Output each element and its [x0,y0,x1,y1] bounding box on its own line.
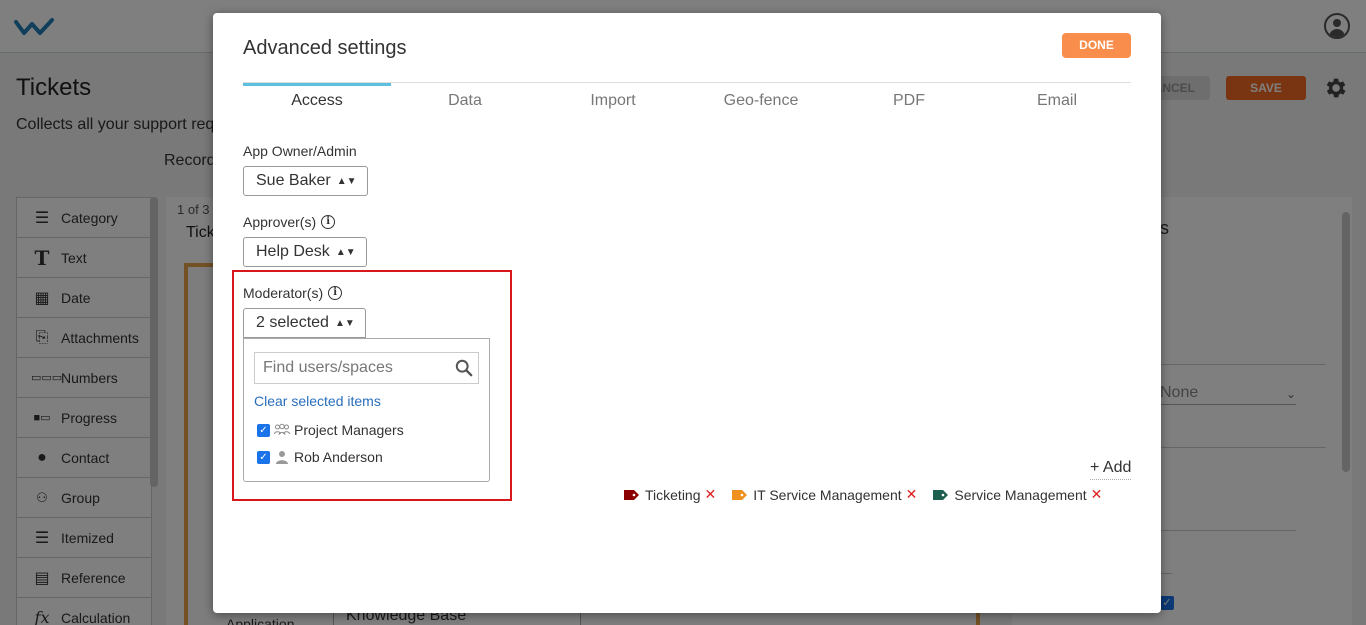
approvers-select-value: Help Desk [256,243,330,260]
owner-label: App Owner/Admin [243,143,357,159]
tag-label: IT Service Management [753,486,902,503]
updown-caret-icon: ▲▼ [335,247,356,258]
approvers-label: Approver(s) i [243,214,336,230]
updown-caret-icon: ▲▼ [334,318,355,329]
checkbox-checked[interactable]: ✓ [257,423,270,437]
tab-email[interactable]: Email [983,83,1131,119]
clear-selected-link[interactable]: Clear selected items [254,393,381,409]
tag-label: Ticketing [645,486,701,503]
add-tag-link[interactable]: + Add [1090,459,1132,480]
moderators-label-text: Moderator(s) [243,285,324,301]
option-project-managers[interactable]: ✓ Project Managers [257,422,404,438]
tag-ticketing: Ticketing ✕ [624,486,716,503]
owner-select[interactable]: Sue Baker ▲▼ [243,166,368,196]
tag-icon [933,489,949,500]
done-button[interactable]: DONE [1062,33,1131,58]
approvers-select[interactable]: Help Desk ▲▼ [243,237,367,267]
tag-service-management: Service Management ✕ [933,486,1102,503]
advanced-settings-modal: Advanced settings DONE Access Data Impor… [213,13,1161,613]
updown-caret-icon: ▲▼ [336,176,357,187]
remove-tag-icon[interactable]: ✕ [705,486,717,503]
tag-list: Ticketing ✕ IT Service Management ✕ Serv… [624,486,1102,503]
tab-geo-fence[interactable]: Geo-fence [687,83,835,119]
moderators-select-value: 2 selected [256,314,329,331]
modal-title: Advanced settings [243,37,407,59]
user-icon [276,451,288,464]
tab-access[interactable]: Access [243,83,391,119]
remove-tag-icon[interactable]: ✕ [906,486,918,503]
option-rob-anderson[interactable]: ✓ Rob Anderson [257,449,383,465]
tag-icon [732,489,748,500]
moderators-select[interactable]: 2 selected ▲▼ [243,308,366,338]
option-label: Project Managers [294,422,404,438]
info-icon[interactable]: i [328,286,343,300]
owner-select-value: Sue Baker [256,172,331,189]
checkbox-checked[interactable]: ✓ [257,450,270,464]
remove-tag-icon[interactable]: ✕ [1091,486,1103,503]
tag-it-service-management: IT Service Management ✕ [732,486,917,503]
moderators-dropdown: Clear selected items ✓ Project Managers … [243,338,490,482]
info-icon[interactable]: i [321,215,336,229]
search-input[interactable] [254,352,479,384]
group-icon [274,423,290,436]
tag-icon [624,489,639,500]
tab-pdf[interactable]: PDF [835,83,983,119]
approvers-label-text: Approver(s) [243,214,317,230]
owner-label-text: App Owner/Admin [243,143,357,159]
tag-label: Service Management [954,486,1087,503]
moderators-label: Moderator(s) i [243,285,343,301]
search-icon[interactable] [455,359,473,377]
tab-data[interactable]: Data [391,83,539,119]
tab-import[interactable]: Import [539,83,687,119]
option-label: Rob Anderson [294,449,383,465]
